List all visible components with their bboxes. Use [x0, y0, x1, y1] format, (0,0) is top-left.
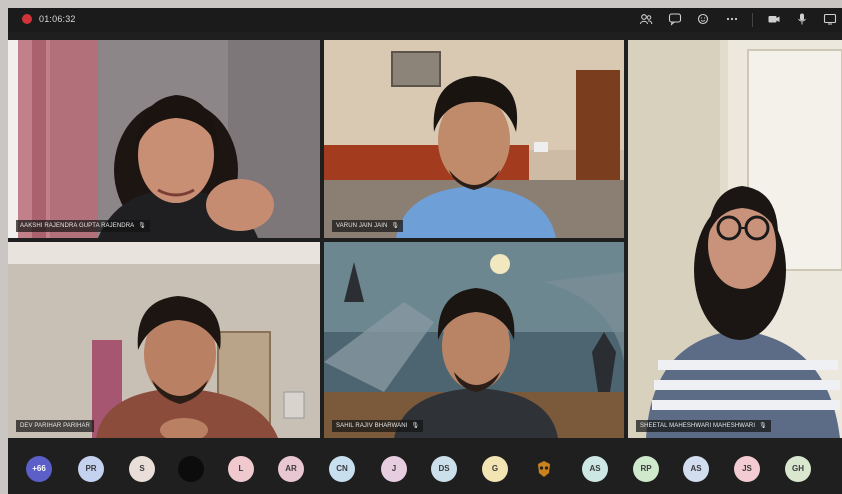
participant-avatar[interactable]: CN	[329, 456, 355, 482]
participant-avatar[interactable]: AS	[683, 456, 709, 482]
participant-name-tag: SAHIL RAJIV BHARWANI 🎙	[332, 420, 424, 432]
camera-icon[interactable]	[766, 12, 782, 28]
share-screen-icon[interactable]	[822, 12, 838, 28]
participant-avatar[interactable]: S	[129, 456, 155, 482]
participant-video	[8, 242, 320, 438]
participant-avatar-photo[interactable]	[531, 456, 557, 482]
meeting-top-bar: 01:06:32	[8, 8, 842, 32]
participant-avatar[interactable]: PR	[78, 456, 104, 482]
mic-icon: 🎙	[759, 423, 767, 429]
video-tile[interactable]: VARUN JAIN JAIN 🎙	[324, 40, 624, 238]
chat-icon[interactable]	[667, 12, 683, 28]
participant-name-tag: DEV PARIHAR PARIHAR	[16, 420, 95, 432]
video-tile[interactable]: DEV PARIHAR PARIHAR	[8, 242, 320, 438]
participant-video	[324, 242, 624, 438]
participant-video	[628, 40, 842, 438]
toolbar-divider	[752, 13, 753, 27]
participant-video	[324, 40, 624, 238]
participant-avatar[interactable]: GH	[785, 456, 811, 482]
meeting-window: 01:06:32 AAKSHI RAJENDRA GUPTA RAJENDRA …	[8, 8, 842, 494]
participant-name-tag: AAKSHI RAJENDRA GUPTA RAJENDRA 🎙	[16, 220, 150, 232]
overflow-count-badge[interactable]: +66	[26, 456, 52, 482]
participant-avatar-photo[interactable]	[178, 456, 204, 482]
participant-avatar[interactable]: JS	[734, 456, 760, 482]
video-tile[interactable]: SHEETAL MAHESHWARI MAHESHWARI 🎙	[628, 40, 842, 438]
call-timer: 01:06:32	[39, 14, 76, 24]
video-grid: AAKSHI RAJENDRA GUPTA RAJENDRA 🎙 VARUN JA…	[8, 40, 842, 438]
video-tile[interactable]: SAHIL RAJIV BHARWANI 🎙	[324, 242, 624, 438]
participant-avatar[interactable]: J	[381, 456, 407, 482]
video-tile[interactable]: AAKSHI RAJENDRA GUPTA RAJENDRA 🎙	[8, 40, 320, 238]
participants-icon[interactable]	[638, 12, 654, 28]
participant-avatar[interactable]: AR	[278, 456, 304, 482]
more-options-icon[interactable]	[724, 12, 740, 28]
mic-icon: 🎙	[391, 223, 400, 229]
participant-name-tag: VARUN JAIN JAIN 🎙	[332, 220, 404, 232]
participant-avatar[interactable]: G	[482, 456, 508, 482]
participant-video	[8, 40, 320, 238]
participant-avatar[interactable]: L	[228, 456, 254, 482]
reactions-icon[interactable]	[696, 12, 712, 28]
recording-indicator-icon	[22, 14, 32, 24]
participant-avatar[interactable]: DS	[431, 456, 457, 482]
participant-name-tag: SHEETAL MAHESHWARI MAHESHWARI 🎙	[636, 420, 771, 432]
mic-icon: 🎙	[138, 223, 146, 229]
participant-avatar[interactable]: RP	[633, 456, 659, 482]
mask-avatar-icon	[538, 461, 550, 477]
participant-roster: +66 PR S L AR CN J DS G AS RP AS JS GH	[8, 456, 842, 486]
mic-icon: 🎙	[411, 423, 420, 429]
participant-avatar[interactable]: AS	[582, 456, 608, 482]
microphone-icon[interactable]	[794, 12, 810, 28]
